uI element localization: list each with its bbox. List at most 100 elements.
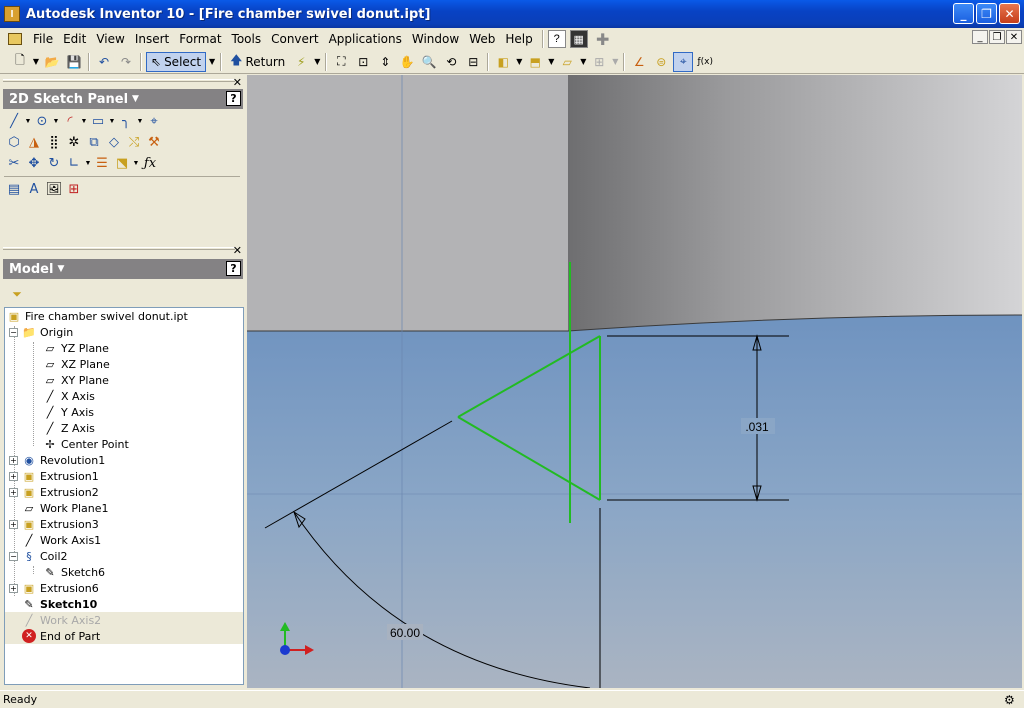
tree-item-work-plane1[interactable]: ▱ Work Plane1 — [22, 500, 109, 516]
expand-icon[interactable]: + — [9, 471, 18, 481]
mirror-tool-icon[interactable]: ◮ — [24, 133, 44, 153]
dimension-60-label[interactable]: 60.00 — [390, 626, 420, 640]
menu-web[interactable]: Web — [464, 29, 500, 49]
panel-grip[interactable] — [3, 79, 235, 82]
open-folder-icon[interactable]: 📂 — [42, 52, 62, 72]
add-icon[interactable]: ✚ — [593, 29, 613, 49]
tree-item-center-point[interactable]: ✢ Center Point — [43, 436, 128, 452]
expand-icon[interactable]: + — [9, 487, 18, 497]
constraint-tool-icon[interactable]: ∟ — [64, 154, 84, 174]
shadow-icon[interactable]: ▱ — [557, 52, 577, 72]
tree-item-end-of-part[interactable]: ✕ End of Part — [5, 628, 243, 644]
collapse-icon[interactable]: − — [9, 327, 18, 337]
tree-item-y-axis[interactable]: ╱ Y Axis — [43, 404, 94, 420]
show-constraints-icon[interactable]: ☰ — [92, 154, 112, 174]
redo-icon[interactable]: ↷ — [116, 52, 136, 72]
expand-icon[interactable]: + — [9, 455, 18, 465]
doc-restore-button[interactable]: ❐ — [989, 30, 1005, 44]
project-tool-icon[interactable]: ⬔ — [112, 154, 132, 174]
new-file-icon[interactable]: 🗋 — [10, 52, 30, 72]
dof-dropdown-icon[interactable]: ▼ — [611, 52, 619, 72]
camera-view-icon[interactable]: ⬒ — [525, 52, 545, 72]
menu-edit[interactable]: Edit — [58, 29, 91, 49]
menu-applications[interactable]: Applications — [324, 29, 407, 49]
tree-item-sketch10[interactable]: ✎ Sketch10 — [5, 596, 243, 612]
sketch-panel-header[interactable]: 2D Sketch Panel ▼ ? — [3, 89, 243, 109]
rectangle-tool-icon[interactable]: ▭ — [88, 112, 108, 132]
menu-window[interactable]: Window — [407, 29, 464, 49]
text-tool-icon[interactable]: A — [24, 180, 44, 200]
parameters-fx-icon[interactable]: ƒx — [140, 154, 160, 174]
expand-icon[interactable]: + — [9, 519, 18, 529]
new-dropdown-icon[interactable]: ▼ — [32, 52, 40, 72]
menu-tools[interactable]: Tools — [227, 29, 267, 49]
tree-item-sketch6[interactable]: ✎ Sketch6 — [43, 564, 105, 580]
minimize-button[interactable]: _ — [953, 3, 974, 24]
sketch-icon[interactable]: ⚡ — [291, 52, 311, 72]
extend-tool-icon[interactable]: ⚒ — [144, 133, 164, 153]
return-button[interactable]: 🡅 Return — [226, 52, 289, 72]
part-face-left[interactable] — [247, 75, 568, 331]
filter-icon[interactable]: ⏷ — [7, 284, 27, 304]
slice-graphics-icon[interactable]: ⊜ — [651, 52, 671, 72]
sketch-dropdown-icon[interactable]: ▼ — [313, 52, 321, 72]
look-at-icon[interactable]: ⊟ — [463, 52, 483, 72]
tree-item-work-axis1[interactable]: ╱ Work Axis1 — [22, 532, 101, 548]
general-dimension-icon[interactable]: ◇ — [104, 133, 124, 153]
tree-item-yz-plane[interactable]: ▱ YZ Plane — [43, 340, 109, 356]
zoom-selected-icon[interactable]: 🔍 — [419, 52, 439, 72]
rotate-icon[interactable]: ⟲ — [441, 52, 461, 72]
menu-insert[interactable]: Insert — [130, 29, 174, 49]
tree-item-extrusion3[interactable]: + ▣ Extrusion3 — [9, 516, 99, 532]
maximize-button[interactable]: ❐ — [976, 3, 997, 24]
fillet-tool-icon[interactable]: ╮ — [116, 112, 136, 132]
browser-close-icon[interactable]: ✕ — [233, 244, 242, 257]
tree-item-xy-plane[interactable]: ▱ XY Plane — [43, 372, 109, 388]
expand-icon[interactable]: + — [9, 583, 18, 593]
part-face-curved[interactable] — [568, 75, 1022, 331]
close-button[interactable]: ✕ — [999, 3, 1020, 24]
line-tool-icon[interactable]: ╱ — [4, 112, 24, 132]
project-geometry-icon[interactable]: ∠ — [629, 52, 649, 72]
project-dropdown-icon[interactable]: ▼ — [132, 160, 140, 167]
circle-tool-icon[interactable]: ⊙ — [32, 112, 52, 132]
menu-convert[interactable]: Convert — [266, 29, 323, 49]
fillet-dropdown-icon[interactable]: ▼ — [136, 118, 144, 125]
insert-ac-ad-icon[interactable]: ▤ — [4, 180, 24, 200]
tree-item-extrusion1[interactable]: + ▣ Extrusion1 — [9, 468, 99, 484]
constraint-dropdown-icon[interactable]: ▼ — [84, 160, 92, 167]
move-tool-icon[interactable]: ✥ — [24, 154, 44, 174]
viewport-canvas[interactable]: .031 60.00 — [247, 75, 1022, 688]
tree-item-extrusion6[interactable]: + ▣ Extrusion6 — [9, 580, 99, 596]
document-icon[interactable] — [8, 33, 22, 45]
graphics-viewport[interactable]: .031 60.00 — [247, 75, 1022, 688]
menu-view[interactable]: View — [91, 29, 129, 49]
tree-item-z-axis[interactable]: ╱ Z Axis — [43, 420, 95, 436]
display-mode-icon[interactable]: ◧ — [493, 52, 513, 72]
show-parameters-icon[interactable]: ƒ(x) — [695, 52, 715, 72]
whats-this-help-icon[interactable]: ? — [547, 30, 566, 48]
model-panel-header[interactable]: Model ▼ ? — [3, 259, 243, 279]
import-points-icon[interactable]: ⊞ — [64, 180, 84, 200]
insert-image-icon[interactable]: 🖼 — [44, 180, 64, 200]
inventor-app-icon[interactable]: I — [4, 6, 20, 22]
model-panel-help-icon[interactable]: ? — [226, 261, 241, 276]
menu-help[interactable]: Help — [500, 29, 537, 49]
undo-icon[interactable]: ↶ — [94, 52, 114, 72]
tree-item-extrusion2[interactable]: + ▣ Extrusion2 — [9, 484, 99, 500]
center-point-icon[interactable]: ⌖ — [673, 51, 694, 72]
arc-dropdown-icon[interactable]: ▼ — [80, 118, 88, 125]
tree-item-origin[interactable]: − 📁 Origin — [9, 324, 73, 340]
part-face-blue[interactable] — [247, 315, 1022, 688]
offset-tool-icon[interactable]: ⧉ — [84, 133, 104, 153]
zoom-window-icon[interactable]: ⊡ — [353, 52, 373, 72]
tree-item-x-axis[interactable]: ╱ X Axis — [43, 388, 95, 404]
save-icon[interactable]: 💾 — [64, 52, 84, 72]
doc-close-button[interactable]: ✕ — [1006, 30, 1022, 44]
select-button[interactable]: ⇖ Select — [146, 51, 207, 72]
collapse-icon[interactable]: − — [9, 551, 18, 561]
display-mode-dropdown-icon[interactable]: ▼ — [515, 52, 523, 72]
point-tool-icon[interactable]: ⌖ — [144, 112, 164, 132]
tree-item-work-axis2[interactable]: ╱ Work Axis2 — [5, 612, 243, 628]
pan-icon[interactable]: ✋ — [397, 52, 417, 72]
